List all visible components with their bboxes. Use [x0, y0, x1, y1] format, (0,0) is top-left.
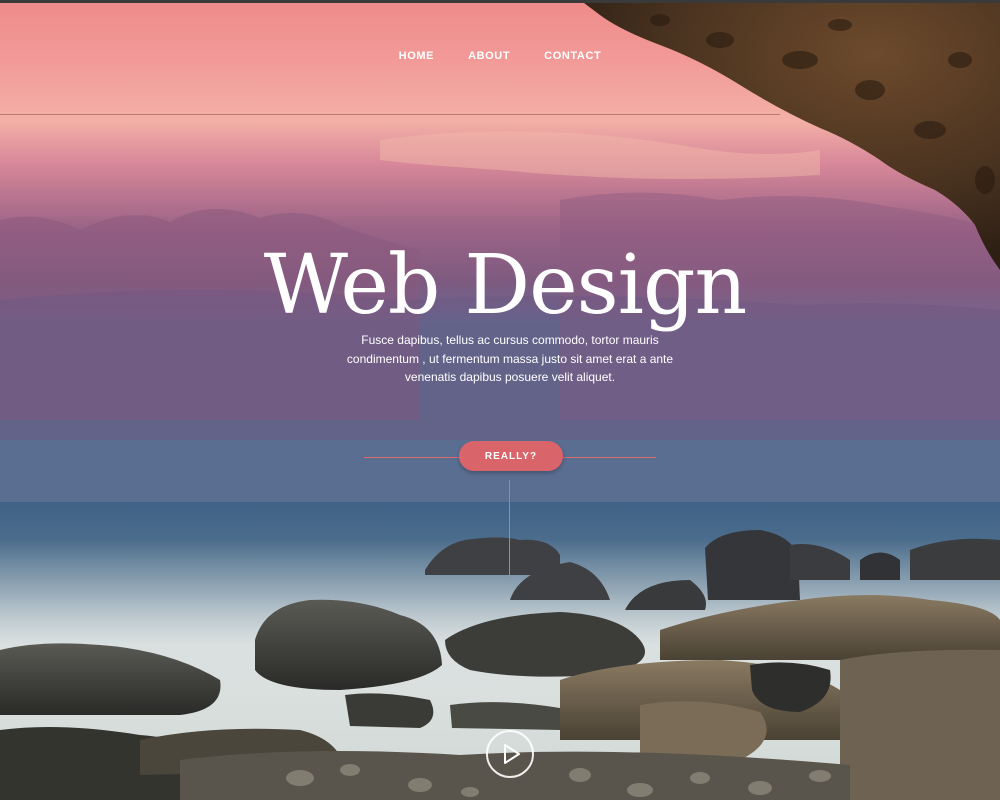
cta-line-right — [563, 457, 656, 458]
nav-link-about[interactable]: ABOUT — [468, 50, 510, 62]
cta-line-left — [364, 457, 460, 458]
hero-title: Web Design — [263, 238, 748, 333]
hero-background — [0, 0, 1000, 800]
play-icon — [504, 744, 520, 764]
really-button[interactable]: REALLY? — [459, 441, 563, 471]
header-divider — [0, 114, 780, 115]
hero-subtitle: Fusce dapibus, tellus ac cursus commodo,… — [346, 333, 674, 384]
play-button[interactable] — [486, 730, 534, 778]
cta-vertical-line — [509, 480, 510, 580]
nav-link-contact[interactable]: CONTACT — [544, 50, 601, 62]
top-border — [0, 0, 1000, 3]
nav-link-home[interactable]: HOME — [399, 50, 434, 62]
main-nav: HOME ABOUT CONTACT — [0, 50, 1000, 62]
